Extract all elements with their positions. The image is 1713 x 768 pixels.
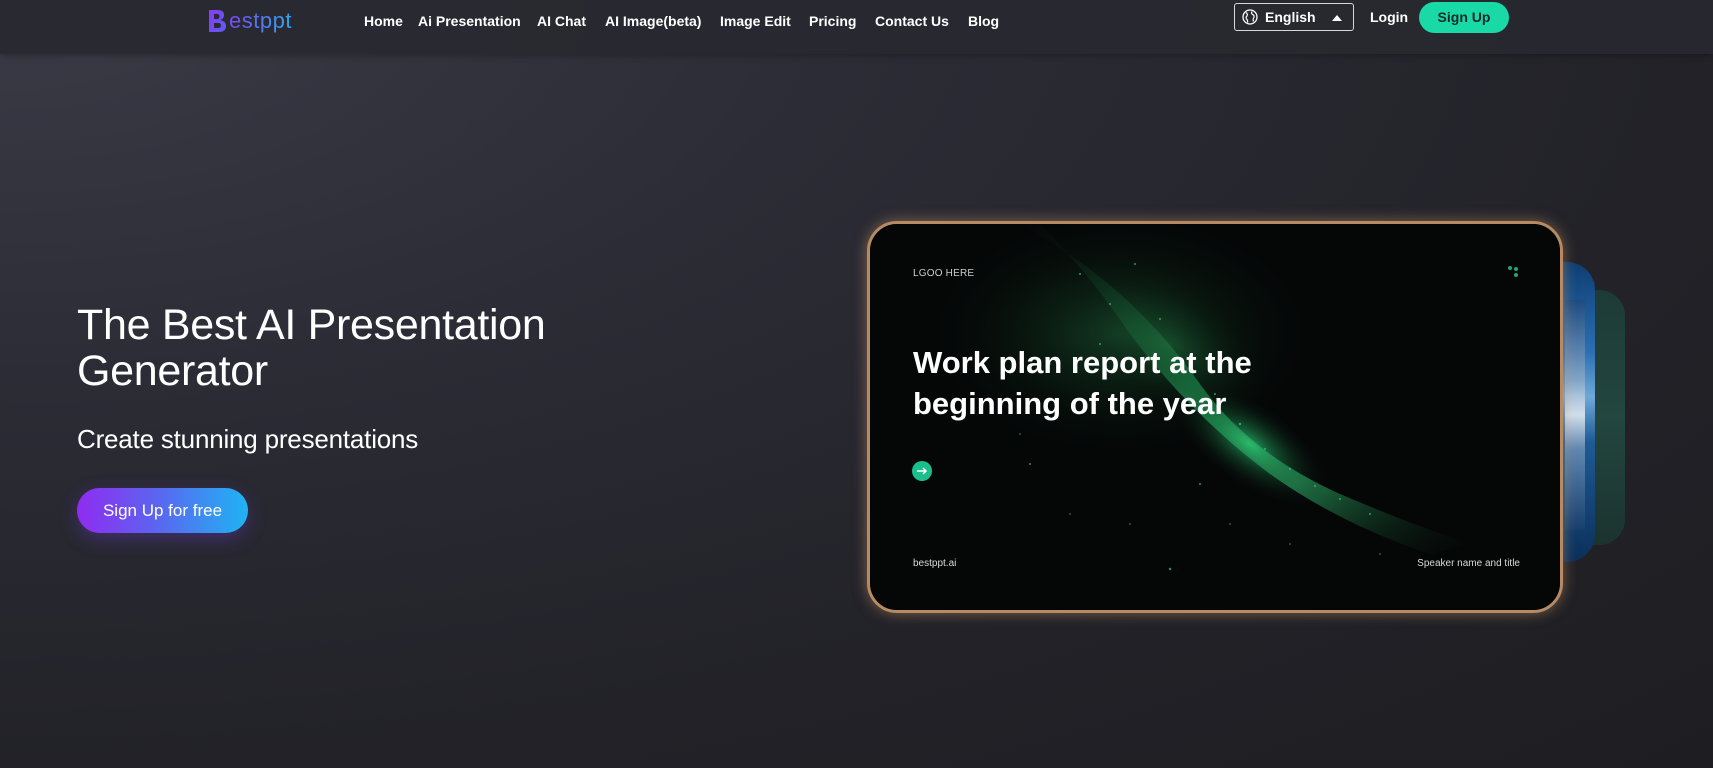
nav-ai-presentation[interactable]: Ai Presentation bbox=[418, 12, 537, 30]
nav-ai-chat[interactable]: AI Chat bbox=[537, 12, 605, 30]
login-link[interactable]: Login bbox=[1370, 9, 1408, 25]
nav-image-edit[interactable]: Image Edit bbox=[720, 12, 809, 30]
arrow-right-icon bbox=[912, 461, 932, 481]
slide-url: bestppt.ai bbox=[913, 558, 957, 569]
nav-ai-image[interactable]: AI Image(beta) bbox=[605, 12, 720, 30]
nav-contact-us[interactable]: Contact Us bbox=[875, 12, 968, 30]
signup-free-button[interactable]: Sign Up for free bbox=[77, 488, 248, 533]
slide-logo-placeholder: LGOO HERE bbox=[913, 268, 975, 279]
globe-icon bbox=[1242, 9, 1258, 25]
nav-home[interactable]: Home bbox=[364, 12, 418, 30]
site-header: estppt Home Ai Presentation AI Chat AI I… bbox=[0, 0, 1713, 54]
nav-blog[interactable]: Blog bbox=[968, 12, 1008, 30]
main-nav: Home Ai Presentation AI Chat AI Image(be… bbox=[364, 12, 1008, 30]
dots-icon bbox=[1508, 266, 1518, 277]
bestppt-logo[interactable]: estppt bbox=[207, 6, 292, 36]
logo-b-icon bbox=[209, 10, 226, 32]
signup-button[interactable]: Sign Up bbox=[1419, 2, 1509, 33]
slide-title: Work plan report at the beginning of the… bbox=[913, 345, 1252, 421]
hero-title: The Best AI Presentation Generator bbox=[77, 301, 546, 395]
language-select[interactable]: English bbox=[1234, 3, 1354, 31]
caret-up-icon bbox=[1332, 15, 1342, 21]
slide-preview[interactable]: LGOO HERE Work plan report at the beginn… bbox=[867, 221, 1563, 613]
hero-subtitle: Create stunning presentations bbox=[77, 424, 419, 454]
logo-text: estppt bbox=[229, 8, 292, 33]
nav-pricing[interactable]: Pricing bbox=[809, 12, 875, 30]
language-selected: English bbox=[1265, 9, 1316, 25]
slide-speaker: Speaker name and title bbox=[1417, 558, 1520, 569]
city-image-strip bbox=[1565, 300, 1585, 530]
